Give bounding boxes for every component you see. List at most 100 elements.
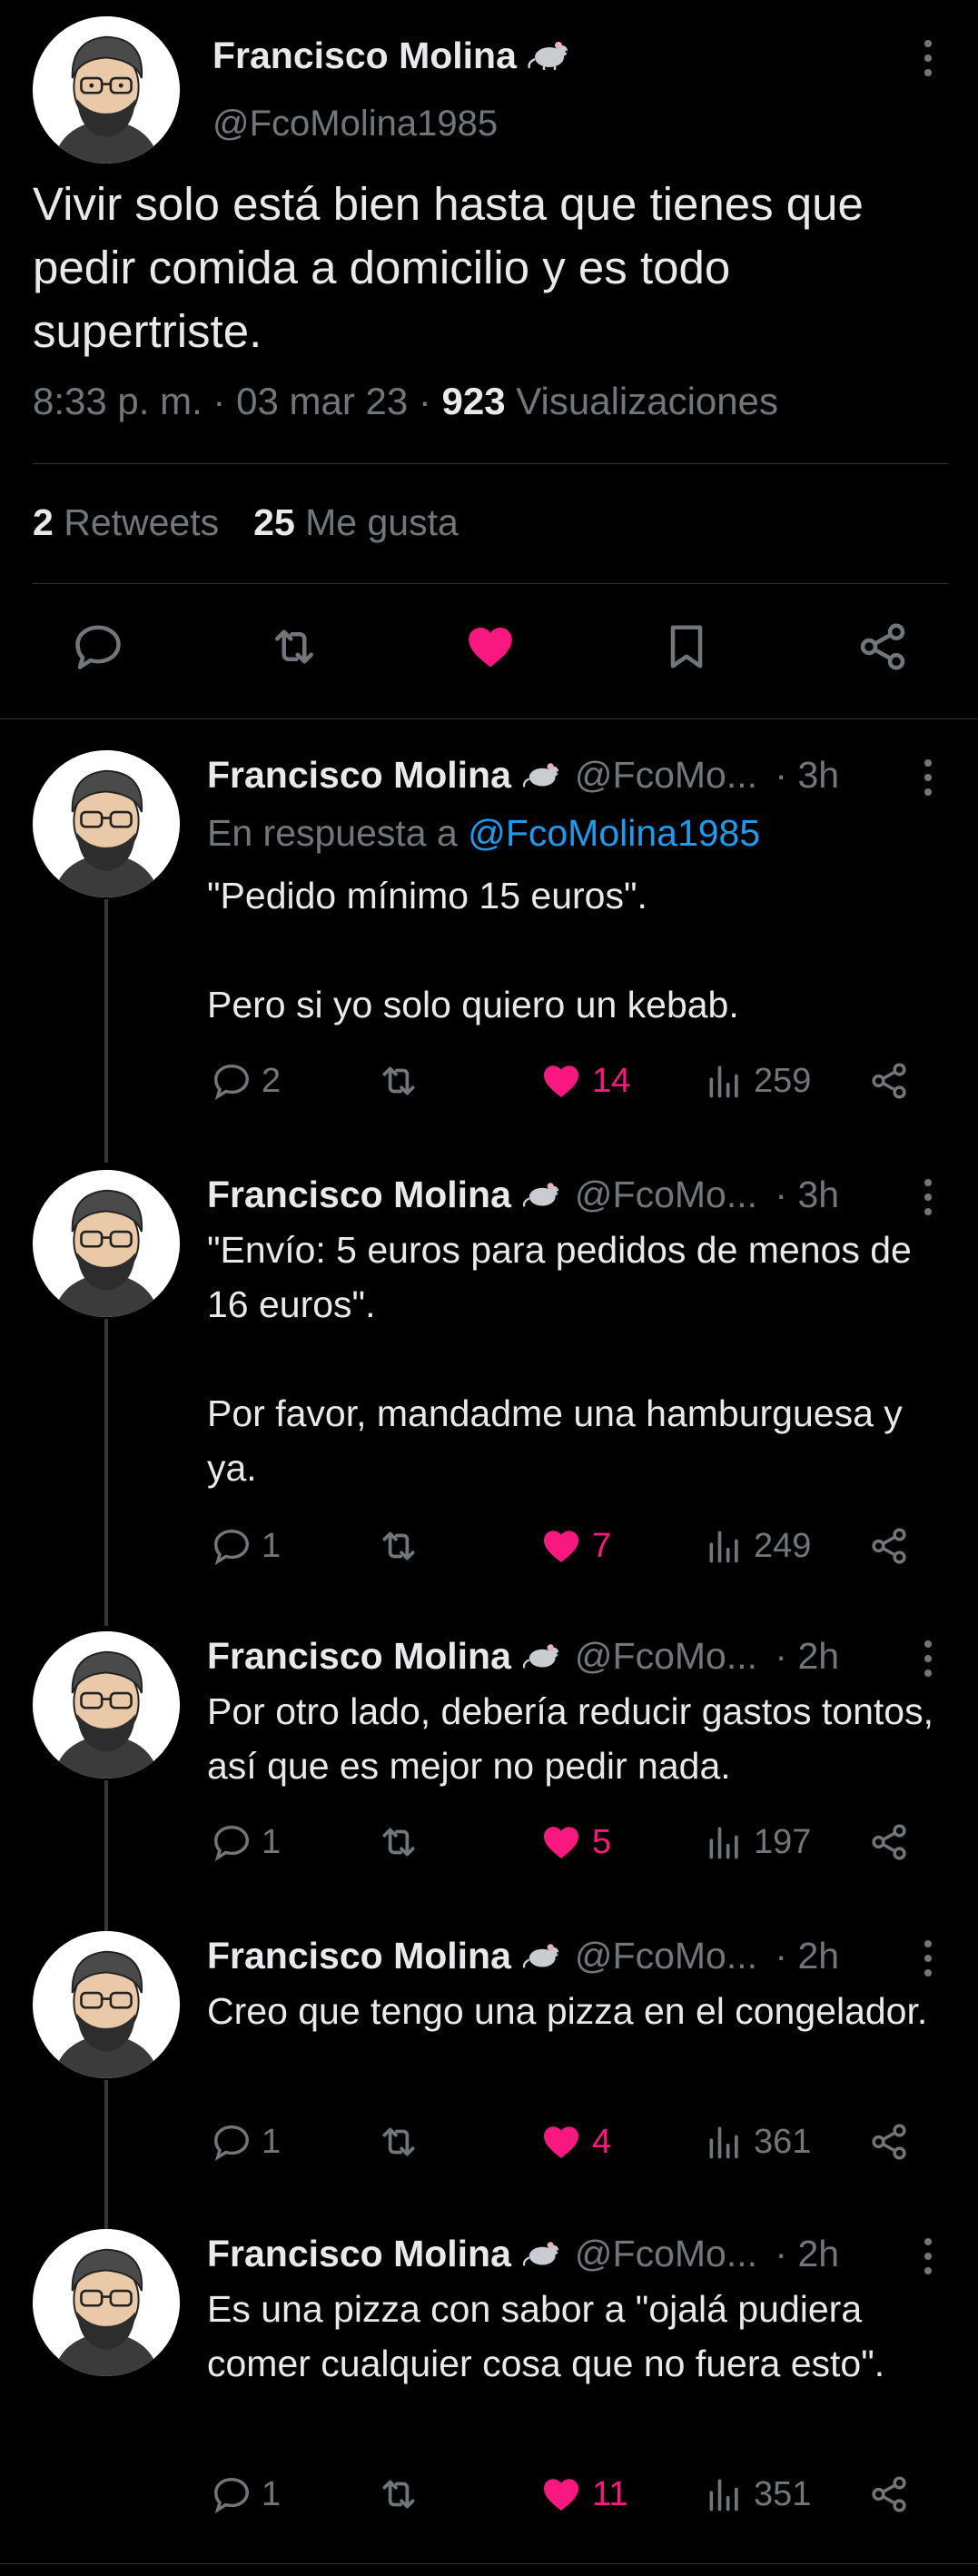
in-reply-link[interactable]: @FcoMolina1985 xyxy=(468,812,760,854)
like-button[interactable]: 5 xyxy=(539,1817,611,1868)
tweet-meta: 8:33 p. m. · 03 mar 23 · 923 Visualizaci… xyxy=(33,380,779,422)
share-button[interactable] xyxy=(868,2469,910,2520)
separator: · xyxy=(765,2233,798,2274)
like-count: 5 xyxy=(592,1822,612,1861)
like-icon xyxy=(544,1065,578,1097)
reply-time[interactable]: 3h xyxy=(797,754,839,796)
author-handle[interactable]: @FcoMo... xyxy=(575,1935,757,1977)
author-name[interactable]: Francisco Molina xyxy=(207,2233,511,2274)
reply-text: "Envío: 5 euros para pedidos de menos de… xyxy=(207,1229,912,1489)
retweets-stat[interactable]: 2 Retweets xyxy=(33,501,219,543)
author-handle[interactable]: @FcoMo... xyxy=(575,2233,757,2274)
share-icon xyxy=(872,1824,906,1860)
reply-header: Francisco Molina @FcoMo... · 3h xyxy=(207,754,839,799)
author-handle[interactable]: @FcoMolina1985 xyxy=(212,104,498,144)
like-button[interactable]: 11 xyxy=(539,2469,627,2520)
mouse-icon xyxy=(520,1638,568,1680)
avatar[interactable] xyxy=(33,2229,180,2376)
main-tweet: Francisco Molina @FcoMolina1985 Vivir so… xyxy=(0,0,978,719)
reply-icon xyxy=(214,2125,249,2162)
reply-time[interactable]: 2h xyxy=(797,1635,839,1677)
author-name[interactable]: Francisco Molina xyxy=(212,35,577,81)
reply-count: 1 xyxy=(262,1526,282,1565)
share-button[interactable] xyxy=(868,2116,910,2167)
share-button[interactable] xyxy=(868,1521,910,1571)
more-options-icon[interactable] xyxy=(923,1179,934,1219)
author-name[interactable]: Francisco Molina xyxy=(207,1635,511,1677)
reply-button[interactable]: 1 xyxy=(211,1521,281,1571)
views-icon xyxy=(709,1827,738,1859)
retweet-button[interactable] xyxy=(376,1521,430,1571)
author-handle[interactable]: @FcoMo... xyxy=(575,1174,757,1215)
reply-button[interactable]: 1 xyxy=(211,2116,281,2167)
reply-count: 1 xyxy=(262,2474,282,2513)
views-icon xyxy=(709,2479,738,2512)
author-name-text[interactable]: Francisco Molina xyxy=(212,35,517,76)
author-name[interactable]: Francisco Molina xyxy=(207,754,511,796)
like-icon[interactable] xyxy=(463,619,518,674)
retweet-button[interactable] xyxy=(376,2116,430,2167)
reply-tweet[interactable]: Francisco Molina @FcoMo... · 2h Es una pi… xyxy=(0,2229,978,2556)
reply-action-bar: 1 11 351 xyxy=(207,2469,924,2520)
avatar[interactable] xyxy=(33,1170,180,1317)
reply-action-bar: 1 7 249 xyxy=(207,1521,924,1571)
reply-count: 1 xyxy=(262,1822,282,1861)
like-button[interactable]: 14 xyxy=(539,1055,630,1106)
more-options-icon[interactable] xyxy=(923,1940,934,1980)
author-handle[interactable]: @FcoMo... xyxy=(575,1635,757,1677)
mouse-icon xyxy=(520,1176,568,1219)
reply-time[interactable]: 2h xyxy=(797,2233,839,2274)
views-icon xyxy=(709,2126,738,2159)
reply-icon[interactable] xyxy=(71,619,125,674)
reply-count: 2 xyxy=(262,1061,282,1100)
views-button[interactable]: 259 xyxy=(705,1055,811,1106)
share-icon[interactable] xyxy=(855,619,910,674)
reply-tweet[interactable]: Francisco Molina @FcoMo... · 3h "Envío: 5… xyxy=(0,1170,978,1606)
like-button[interactable]: 4 xyxy=(539,2116,611,2167)
more-options-icon[interactable] xyxy=(923,759,934,799)
share-button[interactable] xyxy=(868,1055,910,1106)
share-button[interactable] xyxy=(868,1817,910,1868)
reply-time[interactable]: 2h xyxy=(797,1935,839,1977)
tweet-date[interactable]: 03 mar 23 xyxy=(236,380,408,422)
reply-button[interactable]: 1 xyxy=(211,1817,281,1868)
reply-tweet[interactable]: Francisco Molina @FcoMo... · 2h Por otro … xyxy=(0,1631,978,1904)
reply-time[interactable]: 3h xyxy=(797,1174,839,1215)
reply-text: Creo que tengo una pizza en el congelado… xyxy=(207,1990,928,2032)
views-button[interactable]: 197 xyxy=(705,1817,811,1868)
retweet-button[interactable] xyxy=(376,1817,430,1868)
author-name[interactable]: Francisco Molina xyxy=(207,1935,511,1977)
mouse-icon xyxy=(520,1937,568,1980)
avatar[interactable] xyxy=(33,1631,180,1778)
reply-button[interactable]: 2 xyxy=(211,1055,281,1106)
tweet-time[interactable]: 8:33 p. m. xyxy=(33,380,203,422)
bookmark-icon[interactable] xyxy=(659,619,714,674)
views-button[interactable]: 351 xyxy=(705,2469,811,2520)
like-icon xyxy=(544,2479,578,2511)
more-options-icon[interactable] xyxy=(923,2238,934,2278)
like-button[interactable]: 7 xyxy=(539,1521,611,1571)
author-name[interactable]: Francisco Molina xyxy=(207,1174,511,1215)
view-count: 361 xyxy=(754,2122,812,2161)
views-count: 923 xyxy=(441,380,506,422)
reply-tweet[interactable]: Francisco Molina @FcoMo... · 2h Creo que … xyxy=(0,1931,978,2204)
views-button[interactable]: 361 xyxy=(705,2116,811,2167)
avatar[interactable] xyxy=(33,16,180,163)
more-options-icon[interactable] xyxy=(923,40,934,80)
avatar[interactable] xyxy=(33,750,180,897)
retweet-button[interactable] xyxy=(376,1055,430,1106)
more-options-icon[interactable] xyxy=(923,1640,934,1680)
retweet-button[interactable] xyxy=(376,2469,430,2520)
avatar[interactable] xyxy=(33,1931,180,2078)
retweet-icon[interactable] xyxy=(267,619,321,674)
reply-button[interactable]: 1 xyxy=(211,2469,281,2520)
author-handle[interactable]: @FcoMo... xyxy=(575,754,757,796)
reply-tweet[interactable]: Francisco Molina @FcoMo... · 3h En respue… xyxy=(0,750,978,1132)
likes-stat[interactable]: 25 Me gusta xyxy=(253,501,459,543)
like-count: 14 xyxy=(592,1061,631,1100)
reply-action-bar: 1 5 197 xyxy=(207,1817,924,1868)
retweet-icon xyxy=(382,1066,415,1095)
views-button[interactable]: 249 xyxy=(705,1521,811,1571)
engagement-stats: 2 Retweets 25 Me gusta xyxy=(33,501,459,544)
retweet-icon xyxy=(382,2480,415,2509)
